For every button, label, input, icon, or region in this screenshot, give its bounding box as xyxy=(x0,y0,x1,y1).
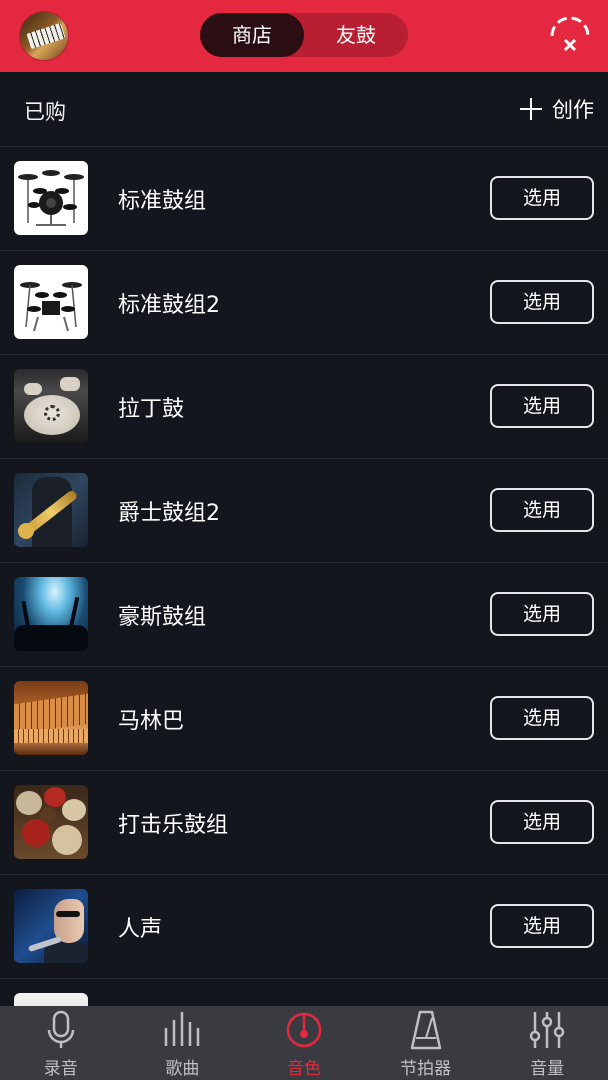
list-item: 拉丁鼓 选用 xyxy=(0,355,608,459)
latin-drum-image xyxy=(14,369,88,443)
nav-songs-label: 歌曲 xyxy=(165,1059,200,1079)
concert-crowd-image xyxy=(14,577,88,651)
select-button[interactable]: 选用 xyxy=(490,176,594,220)
tone-dial-icon xyxy=(286,1012,322,1048)
kit-name: 拉丁鼓 xyxy=(118,397,185,422)
sliders-icon xyxy=(529,1012,565,1048)
top-bar: 商店 友鼓 xyxy=(0,0,608,72)
nav-volume-label: 音量 xyxy=(530,1059,565,1079)
select-button[interactable]: 选用 xyxy=(490,800,594,844)
user-avatar[interactable] xyxy=(20,12,68,60)
list-item: 人声 选用 xyxy=(0,875,608,979)
select-button[interactable]: 选用 xyxy=(490,384,594,428)
section-header: 已购 创作 xyxy=(0,72,608,147)
nav-songs[interactable]: 歌曲 xyxy=(122,1006,244,1080)
kit-name: 标准鼓组2 xyxy=(118,293,220,318)
plus-icon xyxy=(520,98,542,120)
nav-tone-label: 音色 xyxy=(286,1059,321,1079)
marimba-image xyxy=(14,681,88,755)
kit-name: 打击乐鼓组 xyxy=(118,813,229,838)
percussion-image xyxy=(14,785,88,859)
list-item: 马林巴 选用 xyxy=(0,667,608,771)
select-button[interactable]: 选用 xyxy=(490,696,594,740)
list-item: 爵士鼓组2 选用 xyxy=(0,459,608,563)
kit-name: 标准鼓组 xyxy=(118,189,207,214)
select-button[interactable]: 选用 xyxy=(490,280,594,324)
create-label: 创作 xyxy=(552,98,594,122)
singer-image xyxy=(14,889,88,963)
nav-record[interactable]: 录音 xyxy=(0,1006,122,1080)
nav-metronome[interactable]: 节拍器 xyxy=(365,1006,487,1080)
kit-name: 豪斯鼓组 xyxy=(118,605,207,630)
exit-icon[interactable] xyxy=(548,16,592,56)
piano-keys-graphic xyxy=(26,22,66,50)
drum-kit-image xyxy=(14,161,88,235)
list-item: 标准鼓组2 选用 xyxy=(0,251,608,355)
nav-tone[interactable]: 音色 xyxy=(243,1006,365,1080)
select-button[interactable]: 选用 xyxy=(490,488,594,532)
select-button[interactable]: 选用 xyxy=(490,592,594,636)
select-button[interactable]: 选用 xyxy=(490,904,594,948)
list-item: 豪斯鼓组 选用 xyxy=(0,563,608,667)
drum-kit-list: 标准鼓组 选用 标准鼓组2 选用 拉丁鼓 选用 爵士鼓组2 选用 豪斯鼓组 选用… xyxy=(0,147,608,1067)
metronome-icon xyxy=(410,1010,441,1050)
nav-record-label: 录音 xyxy=(43,1059,78,1079)
kit-name: 马林巴 xyxy=(118,709,185,734)
bars-icon xyxy=(165,1012,200,1046)
purchased-label: 已购 xyxy=(24,100,66,124)
store-segment-control: 商店 友鼓 xyxy=(200,13,408,57)
saxophone-image xyxy=(14,473,88,547)
nav-volume[interactable]: 音量 xyxy=(486,1006,608,1080)
list-item: 打击乐鼓组 选用 xyxy=(0,771,608,875)
microphone-icon xyxy=(47,1010,75,1048)
nav-metronome-label: 节拍器 xyxy=(400,1059,452,1079)
list-item: 标准鼓组 选用 xyxy=(0,147,608,251)
create-button[interactable]: 创作 xyxy=(520,92,594,126)
drum-kit-image xyxy=(14,265,88,339)
tab-friends-drums[interactable]: 友鼓 xyxy=(304,13,408,57)
tab-store[interactable]: 商店 xyxy=(200,13,304,57)
kit-name: 爵士鼓组2 xyxy=(118,501,220,526)
kit-name: 人声 xyxy=(118,917,163,942)
bottom-navigation: 录音 歌曲 音色 节拍器 音量 xyxy=(0,1006,608,1080)
